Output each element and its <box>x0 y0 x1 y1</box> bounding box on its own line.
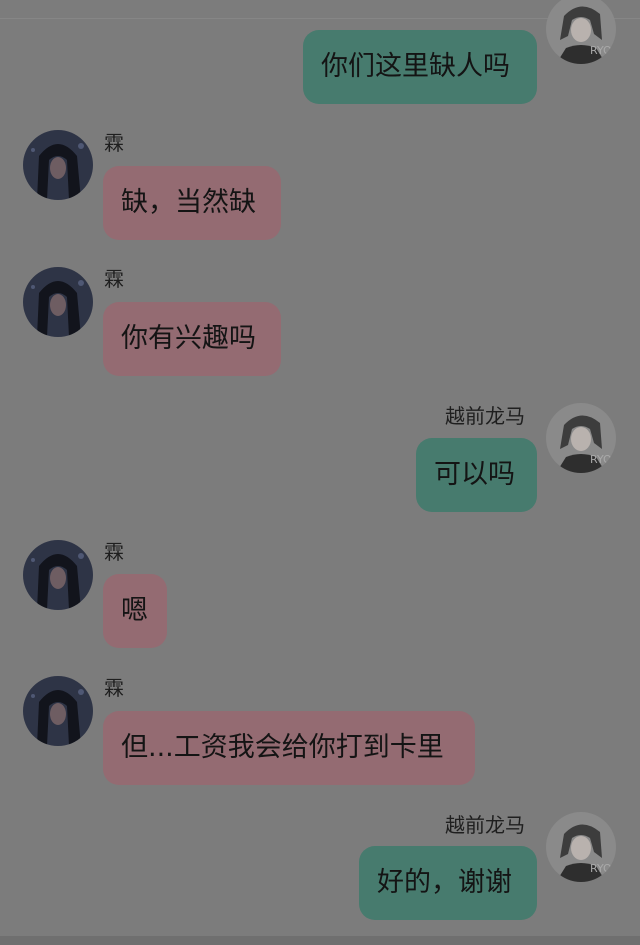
ryo-anime-avatar-icon: RYO <box>546 0 616 64</box>
avatar-lin[interactable] <box>23 676 93 746</box>
sender-name: 越前龙马 <box>445 813 525 837</box>
avatar-lin[interactable] <box>23 130 93 200</box>
avatar-lin[interactable] <box>23 540 93 610</box>
input-bar-edge <box>0 936 640 945</box>
dark-hair-anime-avatar-icon <box>23 267 93 337</box>
chat-window: RYO 你们这里缺人吗 霖 缺，当然缺 霖 你有兴趣吗 越前龙马 RYO 可以吗… <box>0 0 640 945</box>
message-bubble[interactable]: 可以吗 <box>416 438 537 512</box>
message-bubble[interactable]: 好的，谢谢 <box>359 846 537 920</box>
avatar-ryo[interactable]: RYO <box>546 812 616 882</box>
sender-name: 越前龙马 <box>445 404 525 428</box>
sender-name: 霖 <box>104 267 124 291</box>
sender-name: 霖 <box>104 540 124 564</box>
avatar-lin[interactable] <box>23 267 93 337</box>
dark-hair-anime-avatar-icon <box>23 130 93 200</box>
sender-name: 霖 <box>104 676 124 700</box>
dark-hair-anime-avatar-icon <box>23 676 93 746</box>
dark-hair-anime-avatar-icon <box>23 540 93 610</box>
avatar-ryo[interactable]: RYO <box>546 0 616 64</box>
ryo-anime-avatar-icon: RYO <box>546 812 616 882</box>
sender-name: 霖 <box>104 131 124 155</box>
ryo-anime-avatar-icon: RYO <box>546 403 616 473</box>
avatar-ryo[interactable]: RYO <box>546 403 616 473</box>
message-bubble[interactable]: 嗯 <box>103 574 167 648</box>
svg-text:RYO: RYO <box>590 453 612 466</box>
message-bubble[interactable]: 但...工资我会给你打到卡里 <box>103 711 475 785</box>
message-bubble[interactable]: 你们这里缺人吗 <box>303 30 537 104</box>
top-divider <box>0 18 640 19</box>
svg-text:RYO: RYO <box>590 862 612 875</box>
svg-text:RYO: RYO <box>590 44 612 57</box>
message-bubble[interactable]: 缺，当然缺 <box>103 166 281 240</box>
message-bubble[interactable]: 你有兴趣吗 <box>103 302 281 376</box>
